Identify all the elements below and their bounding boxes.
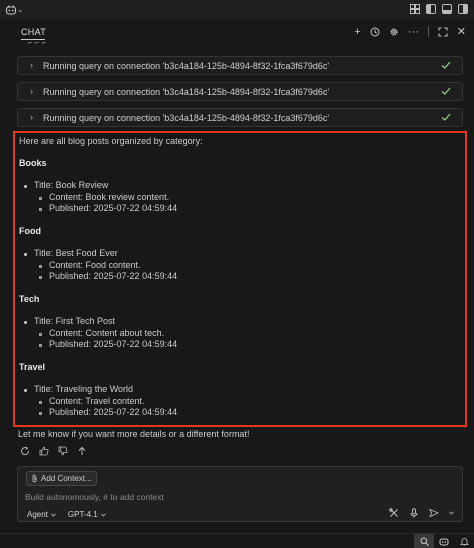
- chevron-down-icon[interactable]: [449, 511, 454, 515]
- response-intro: Here are all blog posts organized by cat…: [19, 136, 203, 146]
- post-content: Content: Content about tech.: [49, 328, 165, 338]
- thumbs-down-icon[interactable]: [58, 446, 68, 456]
- post-title: Title: Best Food Ever: [34, 248, 118, 258]
- post-content: Content: Travel content.: [49, 396, 145, 406]
- tool-run-text: Running query on connection 'b3c4a184-12…: [43, 87, 330, 97]
- title-bar: ⌄: [0, 0, 474, 20]
- bell-icon: [459, 537, 469, 545]
- chevron-down-icon: [100, 513, 106, 517]
- category-heading: Books: [19, 158, 47, 168]
- post-content: Content: Book review content.: [49, 192, 170, 202]
- copilot-status[interactable]: [434, 534, 454, 548]
- chevron-right-icon[interactable]: ›: [30, 113, 36, 122]
- paperclip-icon: [32, 474, 37, 483]
- bullet-circle: [39, 412, 42, 415]
- bullet-circle: [39, 265, 42, 268]
- model-label: GPT-4.1: [67, 510, 98, 519]
- post-title: Title: Traveling the World: [34, 384, 134, 394]
- category-heading: Tech: [19, 294, 40, 304]
- settings-gear-icon[interactable]: [389, 27, 399, 37]
- add-context-label: Add Context...: [41, 474, 92, 483]
- zoom-status[interactable]: [414, 534, 434, 548]
- notifications-status[interactable]: [454, 534, 474, 548]
- more-actions-icon[interactable]: ···: [408, 26, 419, 38]
- microphone-icon[interactable]: [409, 508, 419, 518]
- zoom-icon: [420, 537, 429, 546]
- chat-input-placeholder[interactable]: Build autonomously, # to add context: [25, 492, 164, 502]
- toggle-primary-sidebar-icon[interactable]: [426, 4, 436, 14]
- bullet-dot: [24, 185, 27, 188]
- post-title: Title: Book Review: [34, 180, 109, 190]
- tool-run-row[interactable]: › Running query on connection 'b3c4a184-…: [17, 108, 463, 127]
- chat-header: CHAT + ··· ✕: [0, 22, 474, 42]
- bullet-dot: [24, 389, 27, 392]
- assistant-response: Here are all blog posts organized by cat…: [13, 131, 467, 427]
- toggle-panel-icon[interactable]: [442, 4, 452, 14]
- new-chat-icon[interactable]: +: [354, 26, 360, 38]
- model-dropdown[interactable]: GPT-4.1: [68, 510, 106, 519]
- toggle-secondary-sidebar-icon[interactable]: [458, 4, 468, 14]
- post-content: Content: Food content.: [49, 260, 141, 270]
- tools-icon[interactable]: [389, 508, 399, 518]
- bullet-dot: [24, 321, 27, 324]
- mode-label: Agent: [27, 510, 48, 519]
- bullet-circle: [39, 333, 42, 336]
- chevron-right-icon[interactable]: ›: [30, 87, 36, 96]
- followup-message: Let me know if you want more details or …: [18, 429, 250, 439]
- chat-input-box[interactable]: Add Context... Build autonomously, # to …: [17, 466, 463, 522]
- category-heading: Travel: [19, 362, 46, 372]
- chevron-right-icon[interactable]: ›: [30, 61, 36, 70]
- chevron-down-icon: [51, 513, 56, 517]
- bullet-circle: [39, 197, 42, 200]
- header-separator: [427, 26, 429, 37]
- copilot-icon[interactable]: [5, 4, 17, 16]
- add-context-button[interactable]: Add Context...: [26, 471, 97, 486]
- tool-run-text: Running query on connection 'b3c4a184-12…: [43, 61, 330, 71]
- retry-icon[interactable]: [20, 446, 30, 456]
- chevron-down-icon[interactable]: ⌄: [17, 5, 25, 15]
- maximize-icon[interactable]: [438, 27, 448, 37]
- post-published: Published: 2025-07-22 04:59:44: [49, 339, 178, 349]
- scrolled-previous-line: ⌐ ⌐ ⌐: [28, 38, 47, 47]
- bullet-circle: [39, 401, 42, 404]
- arrow-up-icon[interactable]: [77, 446, 87, 456]
- category-heading: Food: [19, 226, 41, 236]
- check-icon: [441, 61, 451, 69]
- post-published: Published: 2025-07-22 04:59:44: [49, 203, 178, 213]
- bullet-circle: [39, 208, 42, 211]
- bullet-dot: [24, 253, 27, 256]
- tool-run-text: Running query on connection 'b3c4a184-12…: [43, 113, 330, 123]
- thumbs-up-icon[interactable]: [39, 446, 49, 456]
- mode-dropdown[interactable]: Agent: [27, 510, 56, 519]
- send-icon[interactable]: [429, 508, 439, 518]
- post-published: Published: 2025-07-22 04:59:44: [49, 271, 178, 281]
- tool-run-row[interactable]: › Running query on connection 'b3c4a184-…: [17, 82, 463, 101]
- response-feedback-bar: [20, 446, 87, 456]
- post-title: Title: First Tech Post: [34, 316, 116, 326]
- status-bar: [0, 533, 474, 548]
- bullet-circle: [39, 344, 42, 347]
- check-icon: [441, 113, 451, 121]
- post-published: Published: 2025-07-22 04:59:44: [49, 407, 178, 417]
- bullet-circle: [39, 276, 42, 279]
- tool-run-row[interactable]: › Running query on connection 'b3c4a184-…: [17, 56, 463, 75]
- check-icon: [441, 87, 451, 95]
- chat-panel: ⌐ ⌐ ⌐ › Running query on connection 'b3c…: [0, 38, 474, 470]
- copilot-status-icon: [439, 538, 449, 545]
- close-icon[interactable]: ✕: [457, 25, 466, 38]
- chat-tab[interactable]: CHAT: [21, 27, 46, 37]
- history-icon[interactable]: [370, 27, 380, 37]
- layout-customize-icon[interactable]: [410, 4, 420, 14]
